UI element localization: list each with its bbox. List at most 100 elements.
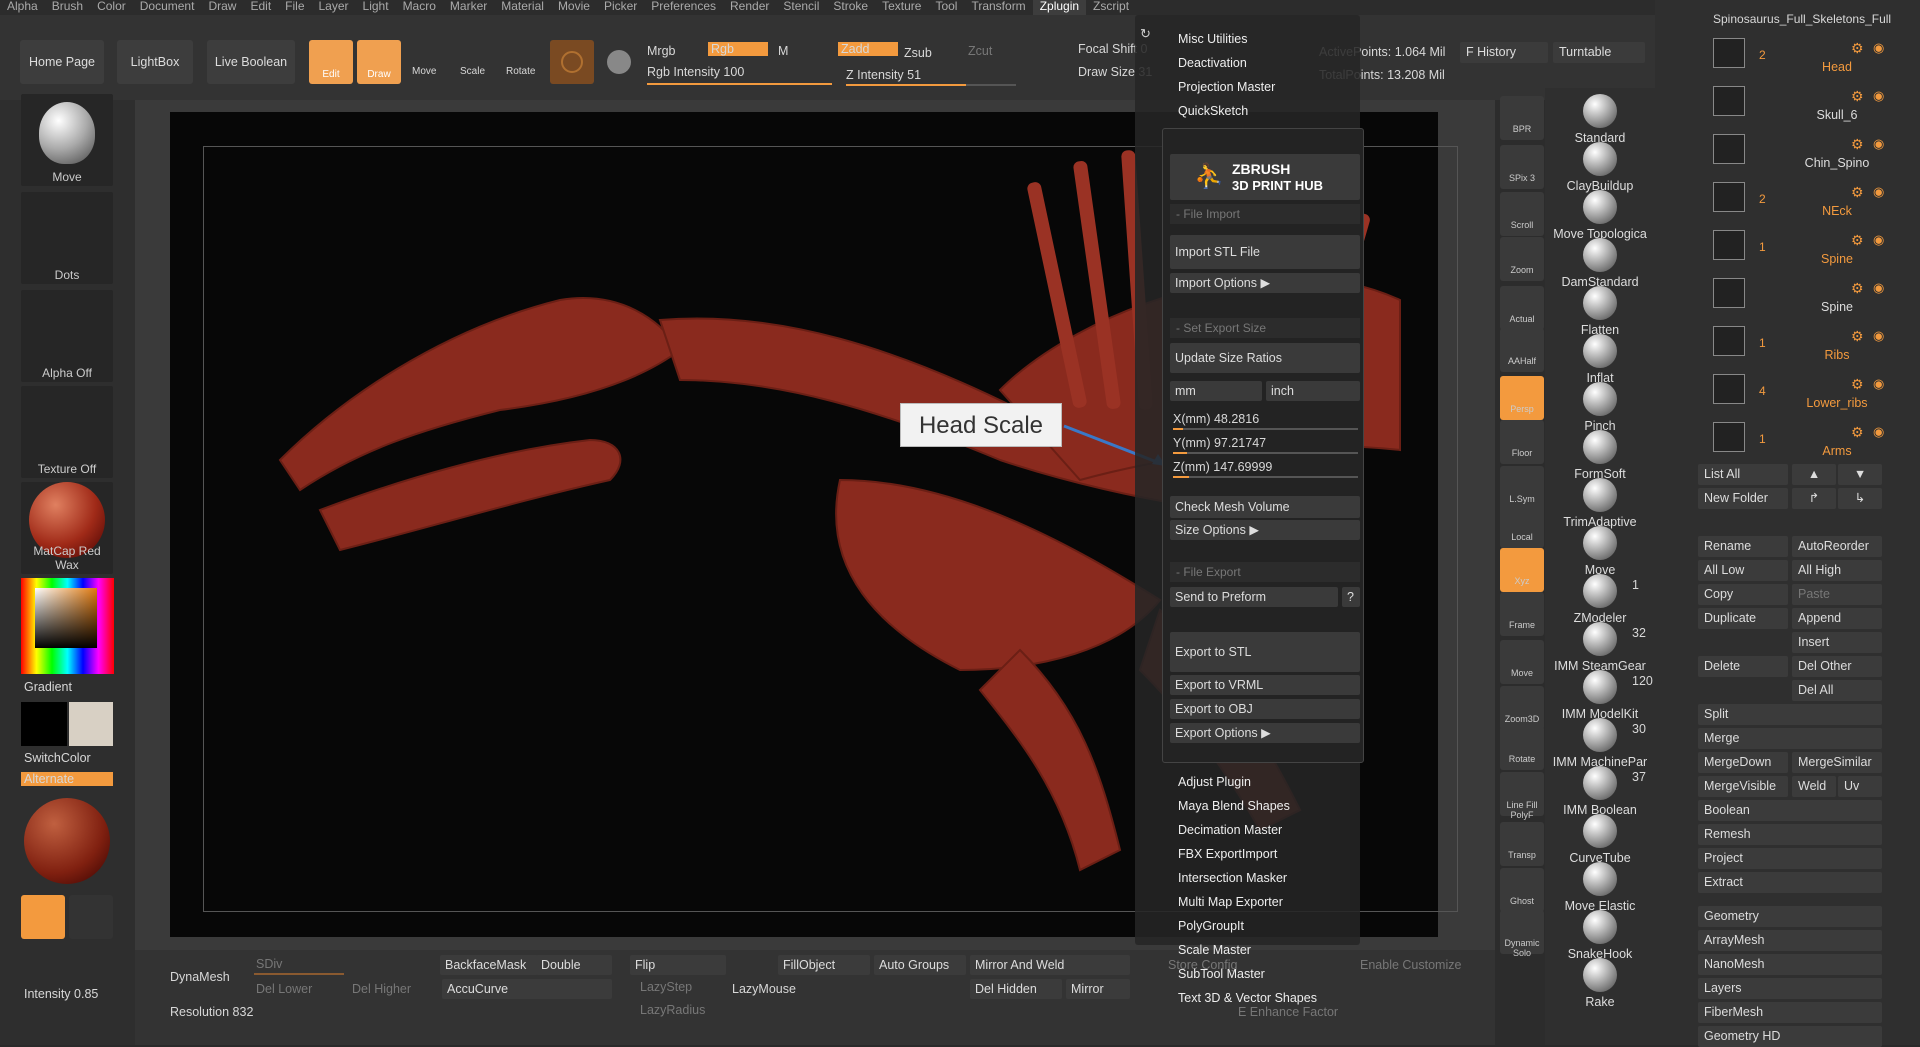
view-icon-actual[interactable]: Actual bbox=[1500, 286, 1544, 330]
zplugin-item-quicksketch[interactable]: QuickSketch bbox=[1178, 104, 1248, 118]
insert-button[interactable]: Insert bbox=[1792, 632, 1882, 653]
copy-button[interactable]: Copy bbox=[1698, 584, 1788, 605]
rgb-intensity-slider[interactable]: Rgb Intensity 100 bbox=[647, 65, 744, 79]
subtool-row[interactable]: Spine ⚙ ◉ bbox=[1713, 274, 1903, 318]
flip-button[interactable]: Flip bbox=[630, 955, 726, 975]
menu-layer[interactable]: Layer bbox=[312, 0, 356, 15]
accucurve-button[interactable]: AccuCurve bbox=[442, 979, 612, 999]
view-icon-move[interactable]: Move bbox=[1500, 640, 1544, 684]
color-toggle-icon[interactable] bbox=[600, 40, 638, 84]
menu-picker[interactable]: Picker bbox=[597, 0, 644, 15]
menu-stroke[interactable]: Stroke bbox=[826, 0, 875, 15]
gradient-label[interactable]: Gradient bbox=[24, 680, 72, 694]
mergesimilar-button[interactable]: MergeSimilar bbox=[1792, 752, 1882, 773]
menu-alpha[interactable]: Alpha bbox=[0, 0, 45, 15]
export-to-stl-button[interactable]: Export to STL bbox=[1170, 632, 1360, 672]
menu-render[interactable]: Render bbox=[723, 0, 776, 15]
export-to-vrml-button[interactable]: Export to VRML bbox=[1170, 675, 1360, 695]
gear-icon[interactable]: ⚙ bbox=[1851, 232, 1864, 249]
weld-button[interactable]: Weld bbox=[1792, 776, 1836, 797]
gear-icon[interactable]: ⚙ bbox=[1851, 184, 1864, 201]
zplugin-item-projection-master[interactable]: Projection Master bbox=[1178, 80, 1275, 94]
eye-icon[interactable]: ◉ bbox=[1873, 88, 1884, 104]
gear-icon[interactable]: ⚙ bbox=[1851, 328, 1864, 345]
zplugin-item-subtool-master[interactable]: SubTool Master bbox=[1178, 967, 1265, 981]
menu-stencil[interactable]: Stencil bbox=[776, 0, 826, 15]
menu-marker[interactable]: Marker bbox=[443, 0, 494, 15]
view-icon-aahalf[interactable]: AAHalf bbox=[1500, 328, 1544, 372]
merge-button[interactable]: Merge bbox=[1698, 728, 1882, 749]
zplugin-item-scale-master[interactable]: Scale Master bbox=[1178, 943, 1251, 957]
import-stl-button[interactable]: Import STL File bbox=[1170, 235, 1360, 269]
scale-mode-label[interactable]: Scale bbox=[460, 66, 485, 77]
main-color-swatch[interactable] bbox=[69, 702, 113, 746]
switchcolor-button[interactable]: SwitchColor bbox=[24, 751, 91, 765]
duplicate-button[interactable]: Duplicate bbox=[1698, 608, 1788, 629]
mirror-button[interactable]: Mirror bbox=[1066, 979, 1130, 999]
double-button[interactable]: Double bbox=[536, 955, 612, 975]
move-mode-label[interactable]: Move bbox=[412, 66, 436, 77]
del-lower-button[interactable]: Del Lower bbox=[256, 982, 312, 996]
brush-item[interactable]: Move bbox=[1548, 526, 1652, 577]
mrgb-toggle[interactable]: Mrgb bbox=[647, 44, 675, 58]
view-icon-spix-3[interactable]: SPix 3 bbox=[1500, 145, 1544, 189]
view-icon-xyz[interactable]: Xyz bbox=[1500, 548, 1544, 592]
menu-texture[interactable]: Texture bbox=[875, 0, 928, 15]
import-options-button[interactable]: Import Options ▶ bbox=[1170, 273, 1360, 293]
subtool-row[interactable]: 1 Ribs ⚙ ◉ bbox=[1713, 322, 1903, 366]
zadd-toggle[interactable]: Zadd bbox=[838, 42, 898, 56]
subtool-row[interactable]: 2 NEck ⚙ ◉ bbox=[1713, 178, 1903, 222]
export-options-button[interactable]: Export Options ▶ bbox=[1170, 723, 1360, 743]
brush-item[interactable]: Flatten bbox=[1548, 286, 1652, 337]
set-export-size-section[interactable]: - Set Export Size bbox=[1170, 318, 1360, 338]
size-options-button[interactable]: Size Options ▶ bbox=[1170, 520, 1360, 540]
zplugin-item-polygroupit[interactable]: PolyGroupIt bbox=[1178, 919, 1244, 933]
zsub-toggle[interactable]: Zsub bbox=[904, 46, 932, 60]
delete-button[interactable]: Delete bbox=[1698, 656, 1788, 677]
eye-icon[interactable]: ◉ bbox=[1873, 376, 1884, 392]
gear-icon[interactable]: ⚙ bbox=[1851, 40, 1864, 57]
dynamesh-button[interactable]: DynaMesh bbox=[170, 970, 230, 984]
view-icon-dynamic-solo[interactable]: Dynamic Solo bbox=[1500, 910, 1544, 958]
del-other-button[interactable]: Del Other bbox=[1792, 656, 1882, 677]
sdiv-slider[interactable]: SDiv bbox=[256, 957, 282, 971]
list-all-button[interactable]: List All bbox=[1698, 464, 1788, 485]
draw-button[interactable]: Draw bbox=[357, 40, 401, 84]
zplugin-item-deactivation[interactable]: Deactivation bbox=[1178, 56, 1247, 70]
gear-icon[interactable]: ⚙ bbox=[1851, 376, 1864, 393]
zplugin-item-decimation-master[interactable]: Decimation Master bbox=[1178, 823, 1282, 837]
menu-zscript[interactable]: Zscript bbox=[1086, 0, 1136, 15]
view-icon-rotate[interactable]: Rotate bbox=[1500, 726, 1544, 770]
menu-zplugin[interactable]: Zplugin bbox=[1032, 0, 1087, 15]
zcut-toggle[interactable]: Zcut bbox=[968, 44, 992, 58]
geometry-button[interactable]: Geometry bbox=[1698, 906, 1882, 927]
view-icon-local[interactable]: Local bbox=[1500, 504, 1544, 548]
brush-item[interactable]: Standard bbox=[1548, 94, 1652, 145]
brush-item[interactable]: DamStandard bbox=[1548, 238, 1652, 289]
enhance-factor-slider[interactable]: E Enhance Factor bbox=[1238, 1005, 1338, 1019]
arraymesh-button[interactable]: ArrayMesh bbox=[1698, 930, 1882, 951]
send-to-preform-button[interactable]: Send to Preform bbox=[1170, 587, 1338, 607]
new-folder-button[interactable]: New Folder bbox=[1698, 488, 1788, 509]
gear-icon[interactable]: ⚙ bbox=[1851, 424, 1864, 441]
autoreorder-button[interactable]: AutoReorder bbox=[1792, 536, 1882, 557]
alternate-button[interactable]: Alternate bbox=[21, 772, 113, 786]
view-icon-zoom3d[interactable]: Zoom3D bbox=[1500, 686, 1544, 730]
eye-icon[interactable]: ◉ bbox=[1873, 40, 1884, 56]
export-to-obj-button[interactable]: Export to OBJ bbox=[1170, 699, 1360, 719]
del-all-button[interactable]: Del All bbox=[1792, 680, 1882, 701]
x-size-slider[interactable]: X(mm) 48.2816 bbox=[1173, 412, 1259, 426]
eye-icon[interactable]: ◉ bbox=[1873, 136, 1884, 152]
all-high-button[interactable]: All High bbox=[1792, 560, 1882, 581]
zplugin-item-fbx-exportimport[interactable]: FBX ExportImport bbox=[1178, 847, 1277, 861]
eye-icon[interactable]: ◉ bbox=[1873, 424, 1884, 440]
check-mesh-volume-button[interactable]: Check Mesh Volume bbox=[1170, 496, 1360, 518]
zplugin-item-intersection-masker[interactable]: Intersection Masker bbox=[1178, 871, 1287, 885]
preform-help-button[interactable]: ? bbox=[1342, 587, 1360, 607]
light-bulb-icon[interactable] bbox=[21, 895, 65, 939]
live-boolean-button[interactable]: Live Boolean bbox=[207, 40, 295, 84]
view-icon-persp[interactable]: Persp bbox=[1500, 376, 1544, 420]
arrow-up-icon[interactable]: ▲ bbox=[1792, 464, 1836, 485]
file-import-section[interactable]: - File Import bbox=[1170, 204, 1360, 224]
intensity-slider[interactable]: Intensity 0.85 bbox=[24, 987, 98, 1001]
